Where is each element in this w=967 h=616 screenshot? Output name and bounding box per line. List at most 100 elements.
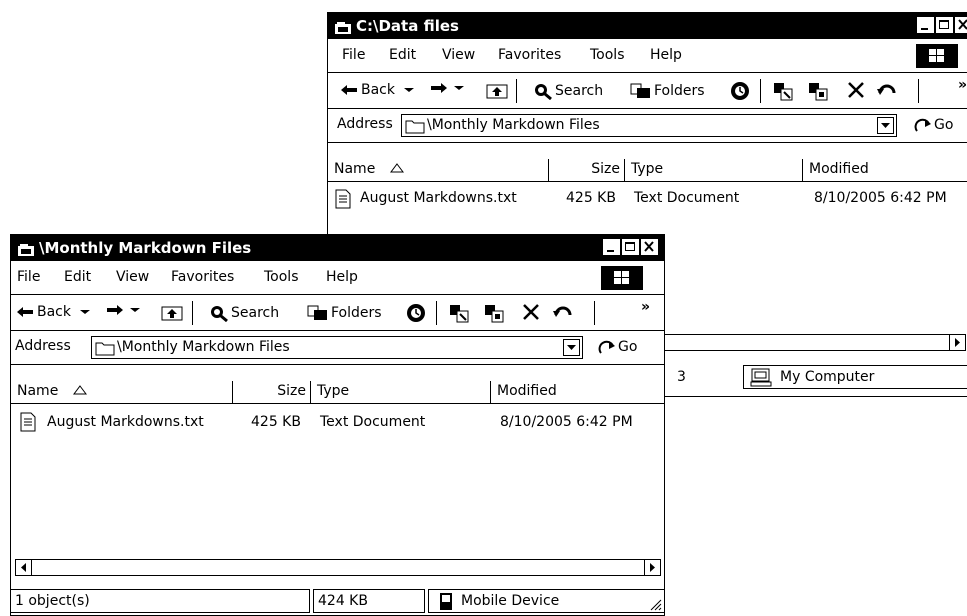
menu-help[interactable]: Help bbox=[326, 269, 358, 285]
scrollbar-track[interactable] bbox=[32, 559, 644, 576]
horizontal-scrollbar[interactable] bbox=[15, 559, 661, 577]
column-header-size[interactable]: Size bbox=[549, 159, 625, 181]
title-bar[interactable]: \Monthly Markdown Files bbox=[11, 235, 664, 261]
chevron-down-icon bbox=[80, 310, 90, 314]
search-button[interactable]: Search bbox=[533, 82, 603, 100]
folders-icon bbox=[630, 83, 650, 98]
folders-button[interactable]: Folders bbox=[630, 82, 705, 100]
address-label: Address bbox=[15, 338, 71, 354]
maximize-button[interactable] bbox=[936, 17, 953, 33]
up-folder-button[interactable] bbox=[161, 303, 183, 321]
menu-edit[interactable]: Edit bbox=[389, 47, 416, 63]
file-modified: 8/10/2005 6:42 PM bbox=[500, 414, 633, 430]
copy-to-button[interactable] bbox=[483, 302, 505, 324]
column-header-modified[interactable]: Modified bbox=[491, 381, 666, 403]
sort-ascending-icon bbox=[389, 163, 404, 173]
menu-help[interactable]: Help bbox=[650, 47, 682, 63]
menu-favorites[interactable]: Favorites bbox=[498, 47, 561, 63]
window-title: \Monthly Markdown Files bbox=[39, 239, 252, 257]
column-header-row: Name Size Type Modified bbox=[11, 381, 664, 404]
copy-to-icon bbox=[485, 305, 504, 323]
menu-tools[interactable]: Tools bbox=[590, 47, 625, 63]
file-type: Text Document bbox=[634, 190, 740, 206]
menu-edit[interactable]: Edit bbox=[64, 269, 91, 285]
address-input[interactable]: \Monthly Markdown Files bbox=[401, 114, 897, 137]
title-bar[interactable]: C:\Data files bbox=[328, 13, 967, 39]
menu-view[interactable]: View bbox=[116, 269, 149, 285]
scroll-left-icon bbox=[21, 563, 26, 572]
up-folder-icon bbox=[486, 84, 508, 99]
folder-icon bbox=[405, 120, 425, 134]
maximize-icon bbox=[625, 242, 635, 251]
toolbar: Back Search Folders » bbox=[11, 295, 664, 331]
window-title: C:\Data files bbox=[356, 17, 459, 35]
window-icon bbox=[334, 18, 354, 34]
delete-button[interactable] bbox=[846, 81, 866, 99]
close-button[interactable] bbox=[641, 239, 658, 255]
move-to-icon bbox=[450, 305, 469, 323]
scroll-right-button[interactable] bbox=[644, 559, 661, 576]
history-button[interactable] bbox=[729, 80, 753, 102]
copy-to-button[interactable] bbox=[807, 80, 829, 102]
sort-ascending-icon bbox=[72, 385, 87, 395]
resize-grip-icon[interactable] bbox=[648, 597, 662, 611]
menu-file[interactable]: File bbox=[17, 269, 40, 285]
minimize-button[interactable] bbox=[917, 17, 934, 33]
copy-to-icon bbox=[809, 83, 828, 101]
undo-button[interactable] bbox=[876, 81, 898, 99]
chevron-down-icon bbox=[454, 86, 464, 90]
go-button[interactable]: Go bbox=[598, 338, 637, 356]
search-button[interactable]: Search bbox=[209, 304, 279, 322]
menu-file[interactable]: File bbox=[342, 47, 365, 63]
menu-bar: File Edit View Favorites Tools Help bbox=[328, 39, 967, 73]
address-dropdown-button[interactable] bbox=[877, 117, 894, 134]
delete-button[interactable] bbox=[521, 303, 541, 321]
history-button[interactable] bbox=[405, 302, 429, 324]
status-location: Mobile Device bbox=[428, 589, 664, 613]
folders-button[interactable]: Folders bbox=[307, 304, 382, 322]
back-button[interactable]: Back bbox=[340, 82, 416, 98]
status-bar: 1 object(s) 424 KB Mobile Device bbox=[11, 589, 664, 613]
file-modified: 8/10/2005 6:42 PM bbox=[814, 190, 947, 206]
column-header-type[interactable]: Type bbox=[311, 381, 491, 403]
chevron-down-icon bbox=[404, 88, 414, 92]
more-toolbar-button[interactable]: » bbox=[958, 77, 967, 93]
scroll-right-icon bbox=[955, 338, 960, 347]
windows-logo-icon bbox=[916, 44, 958, 68]
up-folder-button[interactable] bbox=[486, 81, 508, 99]
column-header-modified[interactable]: Modified bbox=[803, 159, 967, 181]
file-row[interactable]: August Markdowns.txt 425 KB Text Documen… bbox=[11, 411, 664, 433]
go-button[interactable]: Go bbox=[914, 116, 953, 134]
folder-icon bbox=[95, 342, 115, 356]
column-header-size[interactable]: Size bbox=[233, 381, 311, 403]
column-header-type[interactable]: Type bbox=[625, 159, 803, 181]
file-name: August Markdowns.txt bbox=[47, 414, 204, 430]
column-header-name[interactable]: Name bbox=[328, 159, 549, 181]
undo-button[interactable] bbox=[552, 303, 574, 321]
search-icon bbox=[211, 306, 228, 322]
front-explorer-window[interactable]: \Monthly Markdown Files File Edit View F… bbox=[10, 234, 665, 616]
address-input[interactable]: \Monthly Markdown Files bbox=[91, 336, 583, 359]
chevron-down-icon bbox=[130, 308, 140, 312]
minimize-icon bbox=[921, 28, 928, 30]
scroll-left-button[interactable] bbox=[15, 559, 32, 576]
more-toolbar-button[interactable]: » bbox=[641, 299, 650, 315]
forward-button[interactable] bbox=[430, 82, 466, 94]
minimize-button[interactable] bbox=[603, 239, 620, 255]
maximize-button[interactable] bbox=[622, 239, 639, 255]
address-dropdown-button[interactable] bbox=[563, 339, 580, 356]
forward-button[interactable] bbox=[106, 304, 142, 316]
menu-tools[interactable]: Tools bbox=[264, 269, 299, 285]
mobile-device-icon bbox=[440, 593, 452, 610]
menu-favorites[interactable]: Favorites bbox=[171, 269, 234, 285]
column-header-name[interactable]: Name bbox=[11, 381, 233, 403]
delete-icon bbox=[523, 304, 539, 320]
menu-view[interactable]: View bbox=[442, 47, 475, 63]
move-to-button[interactable] bbox=[772, 80, 794, 102]
move-to-button[interactable] bbox=[448, 302, 470, 324]
file-row[interactable]: August Markdowns.txt 425 KB Text Documen… bbox=[328, 187, 967, 209]
close-icon bbox=[958, 19, 967, 30]
back-button[interactable]: Back bbox=[16, 304, 92, 320]
scroll-right-button[interactable] bbox=[949, 334, 966, 351]
close-button[interactable] bbox=[955, 17, 967, 33]
